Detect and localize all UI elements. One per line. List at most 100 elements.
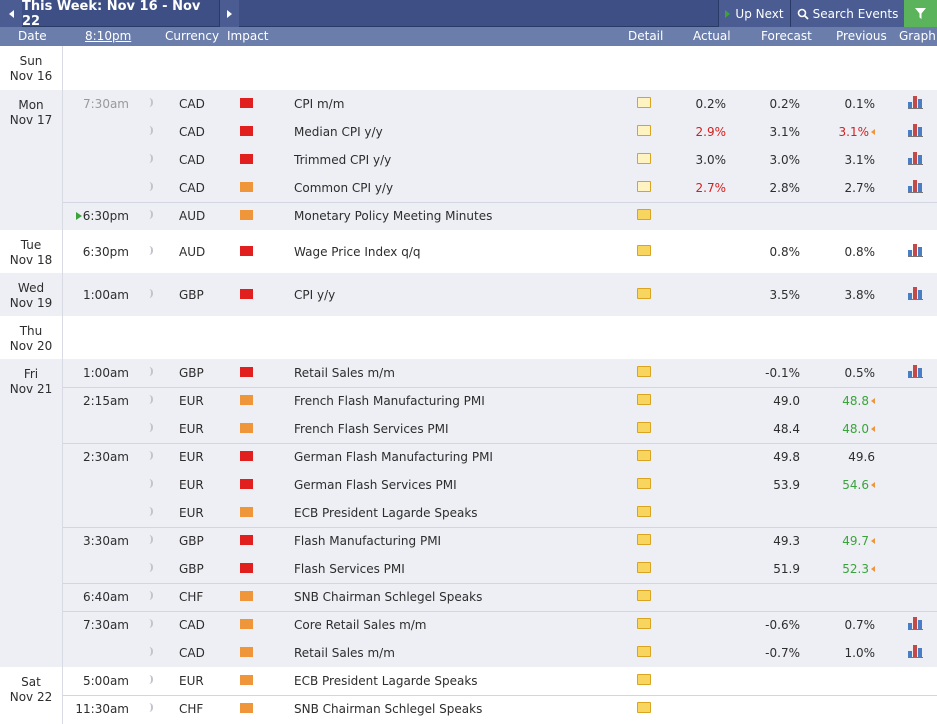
sound-alert-icon[interactable]: [149, 367, 153, 376]
event-time-text: 3:30am: [83, 534, 129, 548]
sound-alert-icon[interactable]: [149, 703, 153, 712]
bar-chart-icon[interactable]: [908, 179, 923, 193]
detail-folder-icon[interactable]: [637, 394, 651, 405]
event-name[interactable]: Flash Manufacturing PMI: [294, 534, 441, 548]
sound-alert-icon[interactable]: [149, 619, 153, 628]
detail-folder-icon[interactable]: [637, 181, 651, 192]
bar-chart-icon[interactable]: [908, 644, 923, 658]
bar-chart-icon-bar: [918, 290, 922, 299]
detail-folder-icon[interactable]: [637, 674, 651, 685]
sound-alert-icon[interactable]: [149, 479, 153, 488]
detail-folder-icon[interactable]: [637, 245, 651, 256]
event-row[interactable]: 5:00am EUR ECB President Lagarde Speaks: [63, 667, 937, 695]
event-row[interactable]: CAD Median CPI y/y 2.9% 3.1% 3.1%: [63, 118, 937, 146]
event-row[interactable]: CAD Trimmed CPI y/y 3.0% 3.0% 3.1%: [63, 146, 937, 174]
sound-alert-icon[interactable]: [149, 507, 153, 516]
event-row[interactable]: 1:00am GBP CPI y/y 3.5% 3.8%: [63, 281, 937, 309]
event-name[interactable]: SNB Chairman Schlegel Speaks: [294, 590, 482, 604]
event-time-text: 7:30am: [83, 97, 129, 111]
event-row[interactable]: 1:00am GBP Retail Sales m/m -0.1% 0.5%: [63, 359, 937, 387]
detail-folder-icon[interactable]: [637, 590, 651, 601]
event-row[interactable]: 2:15am EUR French Flash Manufacturing PMI 4…: [63, 387, 937, 415]
sound-alert-icon[interactable]: [149, 154, 153, 163]
detail-folder-icon[interactable]: [637, 534, 651, 545]
event-name[interactable]: Trimmed CPI y/y: [294, 153, 391, 167]
bar-chart-icon[interactable]: [908, 151, 923, 165]
event-row[interactable]: 11:30am CHF SNB Chairman Schlegel Speaks: [63, 695, 937, 723]
event-name[interactable]: CPI m/m: [294, 97, 344, 111]
event-name[interactable]: CPI y/y: [294, 288, 335, 302]
event-name[interactable]: Monetary Policy Meeting Minutes: [294, 209, 492, 223]
sound-alert-icon[interactable]: [149, 423, 153, 432]
event-row[interactable]: 7:30am CAD CPI m/m 0.2% 0.2% 0.1%: [63, 90, 937, 118]
detail-folder-icon[interactable]: [637, 422, 651, 433]
detail-folder-icon[interactable]: [637, 288, 651, 299]
sound-alert-icon[interactable]: [149, 591, 153, 600]
next-week-button[interactable]: [219, 0, 239, 27]
event-name[interactable]: German Flash Services PMI: [294, 478, 457, 492]
sound-alert-icon[interactable]: [149, 563, 153, 572]
bar-chart-icon[interactable]: [908, 95, 923, 109]
search-events-button[interactable]: Search Events: [790, 0, 904, 27]
event-row[interactable]: CAD Common CPI y/y 2.7% 2.8% 2.7%: [63, 174, 937, 202]
column-time-toggle[interactable]: 8:10pm: [85, 29, 131, 43]
sound-alert-icon[interactable]: [149, 98, 153, 107]
previous-week-button[interactable]: [0, 0, 22, 27]
event-row[interactable]: GBP Flash Services PMI 51.9 52.3: [63, 555, 937, 583]
event-row[interactable]: EUR French Flash Services PMI 48.4 48.0: [63, 415, 937, 443]
detail-folder-icon[interactable]: [637, 209, 651, 220]
bar-chart-icon[interactable]: [908, 286, 923, 300]
event-name[interactable]: Median CPI y/y: [294, 125, 383, 139]
up-next-button[interactable]: Up Next: [718, 0, 790, 27]
event-name[interactable]: Core Retail Sales m/m: [294, 618, 427, 632]
event-row[interactable]: 6:40am CHF SNB Chairman Schlegel Speaks: [63, 583, 937, 611]
detail-folder-icon[interactable]: [637, 702, 651, 713]
sound-alert-icon[interactable]: [149, 451, 153, 460]
detail-folder-icon[interactable]: [637, 125, 651, 136]
detail-folder-icon[interactable]: [637, 153, 651, 164]
bar-chart-icon[interactable]: [908, 364, 923, 378]
event-name[interactable]: Common CPI y/y: [294, 181, 393, 195]
detail-folder-icon[interactable]: [637, 618, 651, 629]
sound-alert-icon[interactable]: [149, 395, 153, 404]
event-name[interactable]: Retail Sales m/m: [294, 646, 395, 660]
event-row[interactable]: 2:30am EUR German Flash Manufacturing PMI 4…: [63, 443, 937, 471]
filter-button[interactable]: [904, 0, 937, 27]
bar-chart-icon-bar: [918, 368, 922, 377]
detail-folder-icon[interactable]: [637, 646, 651, 657]
event-name[interactable]: Flash Services PMI: [294, 562, 405, 576]
detail-folder-icon[interactable]: [637, 506, 651, 517]
detail-folder-icon[interactable]: [637, 450, 651, 461]
event-name[interactable]: Wage Price Index q/q: [294, 245, 420, 259]
sound-alert-icon[interactable]: [149, 126, 153, 135]
bar-chart-icon[interactable]: [908, 616, 923, 630]
event-row[interactable]: EUR German Flash Services PMI 53.9 54.6: [63, 471, 937, 499]
event-row[interactable]: 6:30pm AUD Monetary Policy Meeting Minutes: [63, 202, 937, 230]
sound-alert-icon[interactable]: [149, 647, 153, 656]
sound-alert-icon[interactable]: [149, 182, 153, 191]
event-name[interactable]: ECB President Lagarde Speaks: [294, 674, 478, 688]
detail-folder-icon[interactable]: [637, 366, 651, 377]
event-name[interactable]: ECB President Lagarde Speaks: [294, 506, 478, 520]
detail-folder-icon[interactable]: [637, 478, 651, 489]
event-name[interactable]: German Flash Manufacturing PMI: [294, 450, 493, 464]
sound-alert-icon[interactable]: [149, 246, 153, 255]
sound-alert-icon[interactable]: [149, 675, 153, 684]
event-name[interactable]: Retail Sales m/m: [294, 366, 395, 380]
bar-chart-icon-bar: [918, 183, 922, 192]
bar-chart-icon[interactable]: [908, 123, 923, 137]
event-name[interactable]: French Flash Manufacturing PMI: [294, 394, 485, 408]
detail-folder-icon[interactable]: [637, 562, 651, 573]
event-row[interactable]: 3:30am GBP Flash Manufacturing PMI 49.3 49.7: [63, 527, 937, 555]
event-row[interactable]: EUR ECB President Lagarde Speaks: [63, 499, 937, 527]
sound-alert-icon[interactable]: [149, 535, 153, 544]
event-name[interactable]: French Flash Services PMI: [294, 422, 449, 436]
sound-alert-icon[interactable]: [149, 289, 153, 298]
event-row[interactable]: 7:30am CAD Core Retail Sales m/m -0.6% 0.7%: [63, 611, 937, 639]
sound-alert-icon[interactable]: [149, 210, 153, 219]
event-name[interactable]: SNB Chairman Schlegel Speaks: [294, 702, 482, 716]
bar-chart-icon[interactable]: [908, 243, 923, 257]
event-row[interactable]: CAD Retail Sales m/m -0.7% 1.0%: [63, 639, 937, 667]
event-row[interactable]: 6:30pm AUD Wage Price Index q/q 0.8% 0.8%: [63, 238, 937, 266]
detail-folder-icon[interactable]: [637, 97, 651, 108]
